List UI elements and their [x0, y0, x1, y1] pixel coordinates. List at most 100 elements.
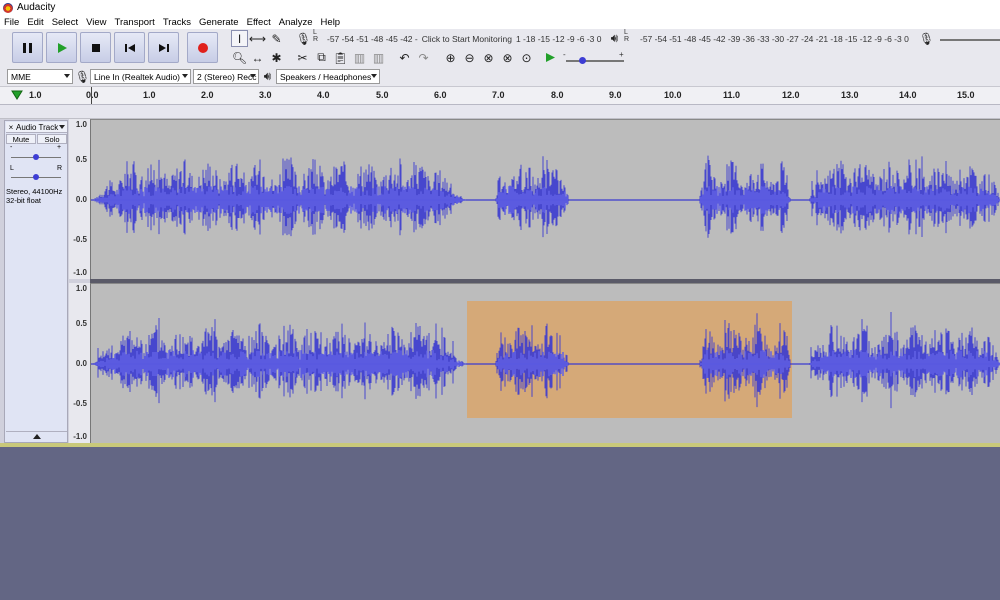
clipboard-icon: 📋︎	[332, 50, 349, 65]
microphone-gain-icon: 🎙︎	[918, 31, 935, 46]
ruler-tick-label: 7.0	[492, 90, 505, 100]
trim-audio-icon: ▥	[353, 50, 366, 65]
playback-meter-button[interactable]: 🔊︎	[606, 30, 623, 47]
track-control-panel[interactable]: × Audio Track Mute Solo - + L R Stereo, …	[4, 120, 68, 443]
play-at-speed-button[interactable]	[542, 49, 559, 66]
audio-host-select[interactable]: MME	[7, 69, 73, 84]
zoom-out-button[interactable]: ⊖	[461, 49, 478, 66]
waveform-left-channel[interactable]	[90, 119, 1000, 279]
pause-button[interactable]	[12, 32, 43, 63]
speaker-icon: 🔊︎	[263, 69, 272, 83]
scale-label: 0.5	[75, 319, 87, 328]
zoom-tool-button[interactable]: 🔍︎	[231, 49, 248, 66]
microphone-icon: 🎙︎	[295, 31, 312, 46]
mic-gain-slider[interactable]	[940, 39, 1000, 41]
selection-tool-button[interactable]: I	[231, 30, 248, 47]
skip-to-end-button[interactable]	[148, 32, 179, 63]
playback-device-select[interactable]: Speakers / Headphones	[276, 69, 380, 84]
menu-edit[interactable]: Edit	[27, 17, 43, 28]
fit-selection-icon: ⊗	[483, 50, 494, 65]
chevron-up-icon	[32, 434, 41, 439]
record-icon	[197, 42, 208, 53]
record-meter-button[interactable]: 🎙︎	[295, 30, 312, 47]
fit-project-icon: ⊗	[502, 50, 513, 65]
time-shift-tool-button[interactable]: ↔	[249, 49, 266, 66]
ruler-tick-label: 11.0	[723, 90, 741, 100]
silence-audio-icon: ▥	[372, 50, 385, 65]
redo-button[interactable]: ↷	[415, 49, 432, 66]
menu-tracks[interactable]: Tracks	[163, 17, 191, 28]
scale-label: 1.0	[75, 284, 87, 293]
chevron-down-icon[interactable]	[59, 125, 65, 129]
undo-button[interactable]: ↶	[396, 49, 413, 66]
gain-slider-thumb[interactable]	[33, 154, 39, 160]
track-close-button[interactable]: ×	[6, 123, 16, 132]
timeline-ruler[interactable]: 1.0 0.0 1.0 2.0 3.0 4.0 5.0 6.0 7.0 8.0 …	[0, 87, 1000, 105]
zoom-toggle-button[interactable]: ⊙	[518, 49, 535, 66]
scale-label: -0.5	[73, 235, 87, 244]
record-meter-hint[interactable]: Click to Start Monitoring	[422, 34, 512, 44]
trim-button[interactable]: ▥	[351, 49, 368, 66]
output-device-icon-wrap: 🔊︎	[259, 68, 276, 85]
track-header: × Audio Track	[6, 122, 67, 133]
zoom-in-icon: ⊕	[445, 50, 456, 65]
copy-button[interactable]: ⧉	[313, 49, 330, 66]
copy-icon: ⧉	[317, 50, 326, 64]
menu-analyze[interactable]: Analyze	[279, 17, 313, 28]
play-button[interactable]	[46, 32, 77, 63]
chevron-down-icon	[64, 74, 70, 78]
chevron-down-icon	[182, 74, 188, 78]
recording-device-select[interactable]: Line In (Realtek Audio)	[90, 69, 191, 84]
solo-button[interactable]: Solo	[37, 134, 67, 144]
stop-button[interactable]	[80, 32, 111, 63]
fit-selection-button[interactable]: ⊗	[480, 49, 497, 66]
audacity-logo-icon	[3, 2, 13, 13]
cut-button[interactable]: ✂	[294, 49, 311, 66]
waveform-right-channel[interactable]	[90, 283, 1000, 443]
play-speed-slider-thumb[interactable]	[579, 57, 586, 64]
menu-help[interactable]: Help	[321, 17, 341, 28]
window-title: Audacity	[17, 2, 56, 13]
envelope-tool-button[interactable]: ⟷	[249, 30, 266, 47]
zoom-in-button[interactable]: ⊕	[442, 49, 459, 66]
ruler-tick-label: 13.0	[841, 90, 859, 100]
fit-project-button[interactable]: ⊗	[499, 49, 516, 66]
menu-transport[interactable]: Transport	[115, 17, 155, 28]
track-name[interactable]: Audio Track	[16, 123, 59, 132]
menu-effect[interactable]: Effect	[247, 17, 271, 28]
record-button[interactable]	[187, 32, 218, 63]
silence-button[interactable]: ▥	[370, 49, 387, 66]
gain-plus-label: +	[57, 144, 62, 151]
pan-left-label: L	[10, 165, 14, 172]
menu-view[interactable]: View	[86, 17, 106, 28]
skip-to-start-icon	[124, 43, 135, 52]
draw-tool-button[interactable]: ✎	[268, 30, 285, 47]
paste-button[interactable]: 📋︎	[332, 49, 349, 66]
skip-to-end-icon	[158, 43, 169, 52]
record-meter-scale-right: 1 -18 -15 -12 -9 -6 -3 0	[515, 33, 602, 44]
menu-file[interactable]: File	[4, 17, 19, 28]
mute-button[interactable]: Mute	[6, 134, 36, 144]
scale-label: 1.0	[75, 120, 87, 129]
ruler-tick-label: 15.0	[957, 90, 975, 100]
collapse-track-button[interactable]	[6, 431, 67, 441]
play-head-icon	[11, 90, 23, 100]
menu-select[interactable]: Select	[52, 17, 78, 28]
pan-slider-thumb[interactable]	[33, 174, 39, 180]
recording-channels-select[interactable]: 2 (Stereo) Recc	[193, 69, 259, 84]
ruler-zero-line	[91, 87, 92, 104]
ruler-tick-label: 1.0	[143, 90, 156, 100]
meter-l-label: L	[313, 29, 317, 36]
play-speed-slider-track[interactable]	[566, 60, 624, 62]
record-meter-lr: L R	[313, 29, 318, 46]
skip-to-start-button[interactable]	[114, 32, 145, 63]
stop-icon	[91, 43, 100, 52]
waveform-left-svg	[91, 155, 1000, 238]
menu-generate[interactable]: Generate	[199, 17, 239, 28]
amplitude-scale-right: 1.0 0.5 0.0 -0.5 -1.0	[69, 283, 90, 443]
playback-meter-scale[interactable]: -57 -54 -51 -48 -45 -42 -39 -36 -33 -30 …	[640, 30, 909, 47]
playback-meter-lr: L R	[624, 29, 629, 46]
record-meter-scale[interactable]: -57 -54 -51 -48 -45 -42 - Click to Start…	[327, 30, 601, 47]
microphone-icon: 🎙︎	[74, 69, 91, 84]
multi-tool-button[interactable]: ✱	[268, 49, 285, 66]
